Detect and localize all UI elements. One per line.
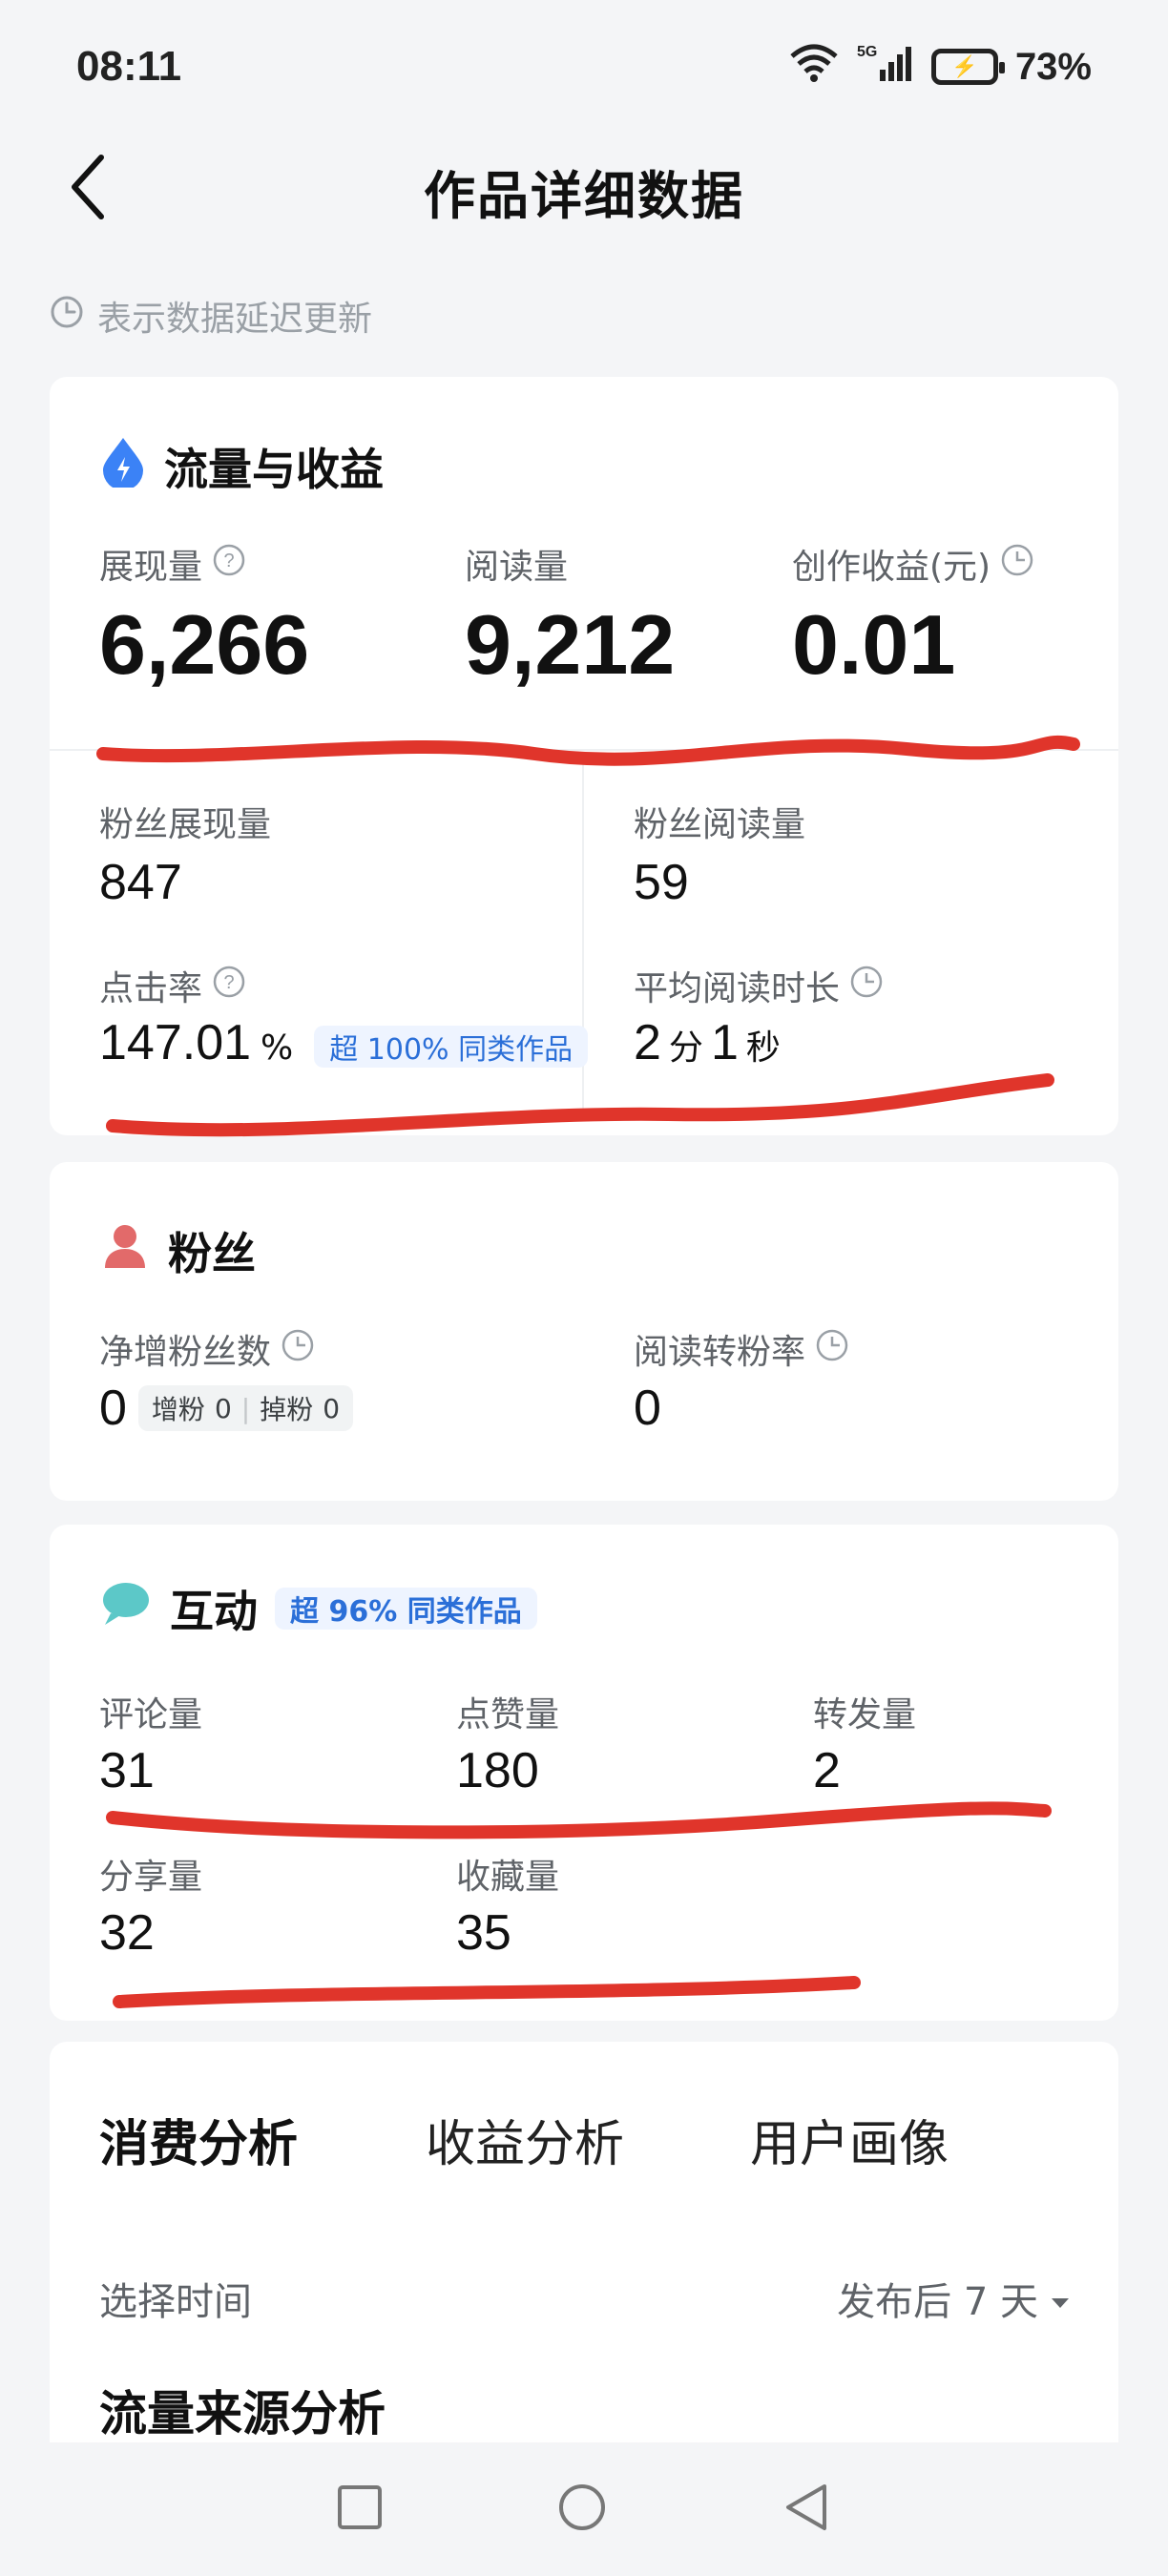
net-new-label: 净增粉丝数 [99,1333,272,1372]
back-button[interactable] [50,151,126,227]
interaction-title: 互动 [170,1586,258,1637]
conversion-label-wrap: 阅读转粉率 [634,1324,849,1374]
gain-label: 增粉 [151,1394,205,1425]
traffic-section-title: 流量与收益 [99,434,384,498]
status-bar: 08:11 5G ⚡ 73% [0,0,1168,134]
favorites-value: 35 [456,1905,511,1961]
earnings-label: 创作收益(元) [792,548,991,587]
tab-earnings[interactable]: 收益分析 [426,2104,624,2175]
help-icon[interactable]: ? [212,965,246,1008]
gain-value: 0 [214,1392,232,1424]
conversion-value: 0 [634,1381,661,1436]
reads-value: 9,212 [465,597,676,692]
comments-label: 评论量 [99,1695,203,1735]
avg-read-seconds-unit: 秒 [745,1028,781,1068]
help-icon[interactable]: ? [212,543,246,586]
wifi-icon [788,41,840,93]
earnings-label-wrap: 创作收益(元) [792,539,1034,589]
caret-down-icon [1050,2276,1071,2320]
time-range-value: 发布后 7 天 [837,2280,1038,2324]
status-right: 5G ⚡ 73% [788,41,1092,93]
avg-read-minutes-unit: 分 [668,1028,703,1068]
tab-user-profile[interactable]: 用户画像 [750,2104,949,2175]
likes-value: 180 [456,1743,539,1798]
page-header: 作品详细数据 [0,134,1168,248]
shares-label: 分享量 [99,1858,203,1897]
back-nav-button[interactable] [781,2481,832,2538]
favorites-label: 收藏量 [456,1858,560,1897]
reposts-value: 2 [813,1743,841,1798]
impressions-label-wrap: 展现量 ? [99,539,246,589]
clock-icon [50,295,84,338]
clock-icon [849,965,884,1008]
recent-apps-button[interactable] [336,2483,384,2535]
reads-label: 阅读量 [465,548,569,587]
status-time: 08:11 [76,43,182,90]
ctr-value: 147.01 [99,1015,252,1070]
interaction-section-title: 互动 超 96% 同类作品 [99,1577,537,1640]
net-new-label-wrap: 净增粉丝数 [99,1324,315,1374]
fans-title: 粉丝 [168,1228,256,1279]
time-range-select[interactable]: 发布后 7 天 [837,2271,1071,2326]
fan-reads-label: 粉丝阅读量 [634,805,806,844]
tab-consumption[interactable]: 消费分析 [99,2104,298,2175]
avg-read-label-wrap: 平均阅读时长 [634,961,884,1010]
traffic-divider [50,749,1118,751]
comments-value: 31 [99,1743,155,1798]
ctr-label: 点击率 [99,969,203,1008]
battery-icon: ⚡ [930,49,1005,85]
chip-separator: | [240,1392,251,1424]
avg-read-value-row: 2 分 1 秒 [634,1014,781,1071]
interaction-badge: 超 96% 同类作品 [275,1588,537,1630]
reposts-label: 转发量 [813,1695,917,1735]
traffic-source-title: 流量来源分析 [99,2386,386,2441]
chevron-left-icon [69,154,107,224]
svg-text:?: ? [223,972,234,993]
analysis-area: 选择时间 发布后 7 天 流量来源分析 [50,2213,1118,2442]
svg-text:?: ? [223,551,234,571]
fan-impressions-label: 粉丝展现量 [99,805,272,844]
net-new-value: 0 [99,1381,127,1436]
ctr-unit: % [261,1028,294,1068]
chat-bubble-icon [99,1579,153,1639]
home-button[interactable] [555,2481,609,2538]
clock-icon [1000,543,1034,586]
ctr-label-wrap: 点击率 ? [99,961,246,1010]
page-title: 作品详细数据 [424,165,744,226]
fan-impressions-value: 847 [99,855,182,910]
ctr-badge: 超 100% 同类作品 [314,1026,589,1068]
avg-read-label: 平均阅读时长 [634,969,841,1008]
clock-icon [815,1328,849,1371]
conversion-label: 阅读转粉率 [634,1333,806,1372]
clock-icon [281,1328,315,1371]
interaction-card: 互动 超 96% 同类作品 评论量 31 点赞量 180 转发量 2 分享量 3… [50,1525,1118,2021]
fan-reads-value: 59 [634,855,689,910]
battery-percent: 73% [1014,45,1092,88]
fans-section-title: 粉丝 [99,1219,256,1282]
system-navigation-bar [0,2442,1168,2576]
net-new-row: 0 增粉 0 | 掉粉 0 [99,1380,354,1437]
user-icon [99,1220,151,1282]
delay-notice: 表示数据延迟更新 [50,291,372,341]
earnings-value: 0.01 [792,597,956,692]
svg-text:5G: 5G [857,44,877,60]
traffic-earnings-card: 流量与收益 展现量 ? 6,266 阅读量 9,212 创作收益(元) 0.01… [50,377,1118,1135]
avg-read-minutes: 2 [634,1015,661,1070]
delay-notice-text: 表示数据延迟更新 [97,300,373,339]
traffic-title: 流量与收益 [164,443,384,495]
lose-label: 掉粉 [260,1394,314,1425]
avg-read-seconds: 1 [710,1015,739,1070]
cellular-signal-icon: 5G [857,41,914,93]
gain-lose-chip: 增粉 0 | 掉粉 0 [137,1385,354,1431]
lose-value: 0 [323,1392,341,1424]
impressions-value: 6,266 [99,597,310,692]
likes-label: 点赞量 [456,1695,560,1735]
ctr-value-row: 147.01 % 超 100% 同类作品 [99,1014,589,1071]
shares-value: 32 [99,1905,155,1961]
droplet-icon [99,434,147,498]
impressions-label: 展现量 [99,548,203,587]
select-time-label: 选择时间 [99,2280,252,2324]
fans-card: 粉丝 净增粉丝数 0 增粉 0 | 掉粉 0 阅读转粉率 0 [50,1162,1118,1501]
